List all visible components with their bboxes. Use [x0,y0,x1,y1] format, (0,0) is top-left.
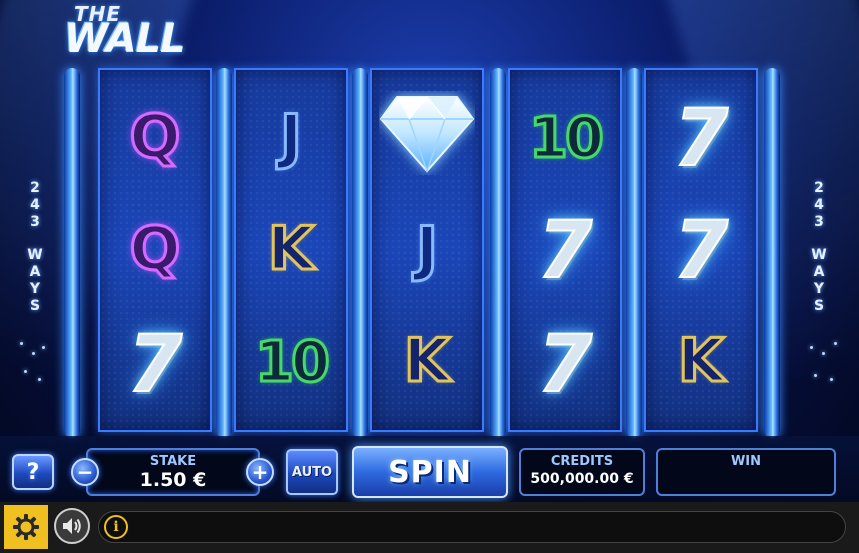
seven-symbol: 7 [673,206,729,296]
king-symbol: K [266,214,316,284]
reel-divider [626,68,642,438]
ways-char: A [29,264,41,280]
ways-char: 3 [814,214,824,230]
info-bar [98,511,846,543]
king-symbol: K [676,326,726,396]
info-icon[interactable]: i [104,515,128,539]
help-button[interactable]: ? [12,454,54,490]
stake-label: STAKE [149,454,197,469]
reel-3: J K [370,68,484,432]
game-logo: THE WALL [62,2,242,64]
ten-symbol: 10 [528,106,606,171]
ways-char: Y [29,281,41,297]
reel-divider [64,68,80,438]
ten-symbol: 10 [254,330,332,395]
seven-symbol: 7 [537,320,593,410]
ways-char: 4 [814,197,824,213]
stage-lights-right [804,330,844,450]
ways-char: A [813,264,825,280]
diamond-icon [379,95,475,174]
jack-symbol: J [278,102,303,172]
reel-divider [216,68,232,438]
king-symbol: K [402,326,452,396]
diamond-symbol [372,78,482,188]
credits-label: CREDITS [550,454,614,469]
ways-char: 3 [30,214,40,230]
ways-label-left: 2 4 3 W A Y S [24,180,46,315]
ways-char: 4 [30,197,40,213]
seven-symbol: 7 [673,94,729,184]
reel-divider [352,68,368,438]
ways-char: Y [813,281,825,297]
ways-char: 2 [30,180,40,196]
credits-value: 500,000.00 € [530,471,634,487]
ways-label-right: 2 4 3 W A Y S [808,180,830,315]
logo-wall-text: WALL [64,16,186,62]
autoplay-button[interactable]: AUTO [286,449,338,495]
reel-5: 7 7 K [644,68,758,432]
ways-char: 2 [814,180,824,196]
stake-display: STAKE 1.50 € [86,448,260,496]
queen-symbol: Q [128,214,182,284]
stage-lights-left [14,330,54,450]
ways-char: S [29,298,41,314]
gear-icon [13,514,39,540]
reel-2: J K 10 [234,68,348,432]
seven-symbol: 7 [537,206,593,296]
sound-toggle-button[interactable] [54,508,90,544]
speaker-icon [63,518,81,534]
ways-char: W [811,247,827,263]
stake-increase-button[interactable]: + [246,458,274,486]
ways-char: W [27,247,43,263]
seven-symbol: 7 [127,320,183,410]
spin-button[interactable]: SPIN [352,446,508,498]
win-display: WIN [656,448,836,496]
reel-divider [490,68,506,438]
stake-value: 1.50 € [139,469,207,491]
win-label: WIN [730,454,762,469]
credits-display: CREDITS 500,000.00 € [519,448,645,496]
ways-char: S [813,298,825,314]
reel-divider [764,68,780,438]
reel-4: 10 7 7 [508,68,622,432]
settings-button[interactable] [4,505,48,549]
stake-decrease-button[interactable]: − [71,458,99,486]
reel-1: Q Q 7 [98,68,212,432]
jack-symbol: J [414,214,439,284]
queen-symbol: Q [128,102,182,172]
